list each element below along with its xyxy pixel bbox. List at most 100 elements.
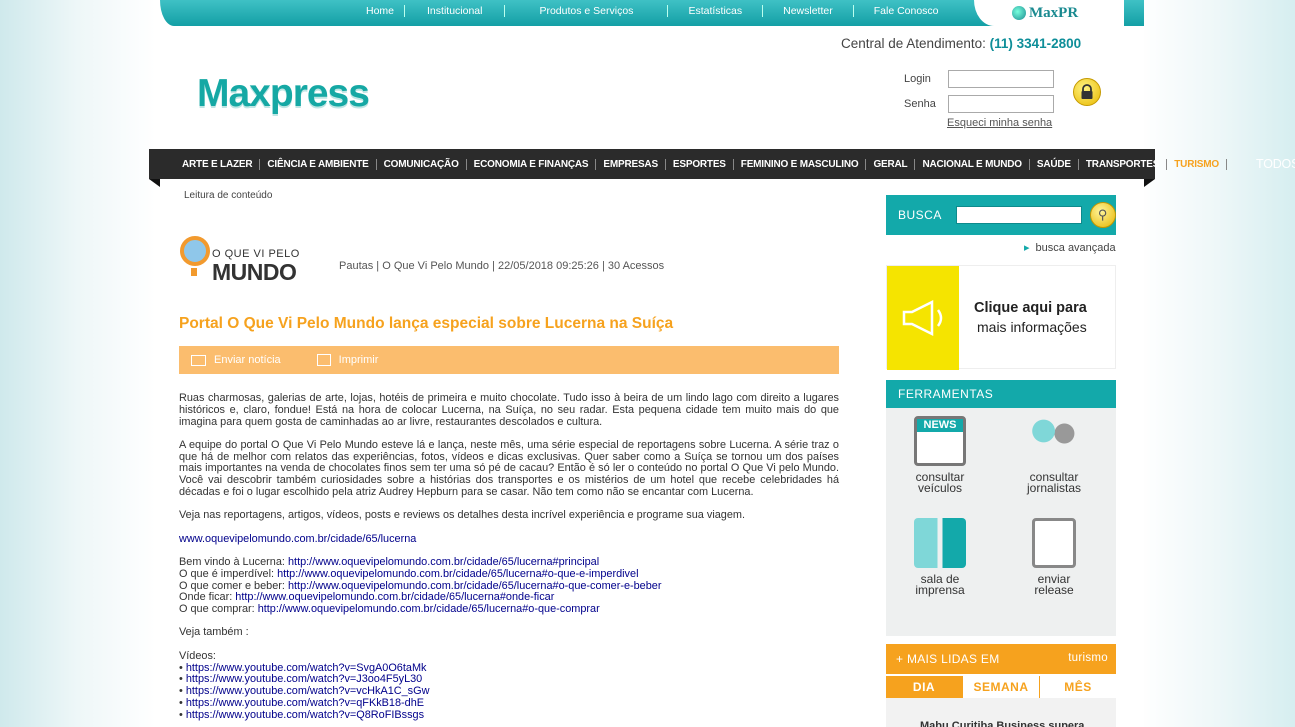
tool-label: veículos xyxy=(917,481,963,495)
top-nav-home[interactable]: Home xyxy=(356,5,406,17)
link-label: Bem vindo à Lucerna: xyxy=(179,555,288,568)
article-body: Ruas charmosas, galerias de arte, lojas,… xyxy=(179,392,839,727)
article-title: Portal O Que Vi Pelo Mundo lança especia… xyxy=(179,315,674,332)
login-label: Login xyxy=(904,73,931,85)
breadcrumb: Leitura de conteúdo xyxy=(184,190,273,201)
most-read-header: + MAIS LIDAS EM turismo xyxy=(886,644,1116,674)
category-esportes[interactable]: ESPORTES xyxy=(666,158,734,170)
video-link[interactable]: https://www.youtube.com/watch?v=Q8RoFIBs… xyxy=(186,709,424,721)
tool-label: jornalistas xyxy=(1026,481,1082,495)
video-link[interactable]: https://www.youtube.com/watch?v=vcHkA1C_… xyxy=(186,685,430,697)
category-todos[interactable]: TODOS xyxy=(1249,157,1295,171)
megaphone-icon xyxy=(887,266,959,370)
article-paragraph: Ruas charmosas, galerias de arte, lojas,… xyxy=(179,392,839,428)
link-list: Bem vindo à Lucerna: http://www.oquevipe… xyxy=(179,555,839,616)
banner-line2: mais informações xyxy=(977,319,1087,335)
tool-consultar-jornalistas[interactable]: consultar jornalistas xyxy=(1004,416,1104,494)
tool-enviar-release[interactable]: enviar release xyxy=(1004,518,1104,596)
senha-input[interactable] xyxy=(948,95,1054,113)
category-empresas[interactable]: EMPRESAS xyxy=(596,158,666,170)
tools-panel: FERRAMENTAS NEWS consultar veículos consu… xyxy=(886,380,1116,636)
top-nav-estatisticas[interactable]: Estatísticas xyxy=(668,5,764,17)
news-badge: NEWS xyxy=(917,419,963,432)
banner-line1: Clique aqui para xyxy=(974,300,1087,316)
top-nav-institucional[interactable]: Institucional xyxy=(405,5,506,17)
senha-label: Senha xyxy=(904,98,936,110)
login-lock-button[interactable] xyxy=(1073,78,1101,106)
tool-consultar-veiculos[interactable]: NEWS consultar veículos xyxy=(890,416,990,494)
top-nav: Home Institucional Produtos e Serviços E… xyxy=(356,5,959,17)
nav-fold-right xyxy=(1144,179,1155,187)
advanced-search-link[interactable]: busca avançada xyxy=(1024,241,1116,254)
top-nav-newsletter[interactable]: Newsletter xyxy=(763,5,854,17)
page: Home Institucional Produtos e Serviços E… xyxy=(149,0,1295,727)
envelope-icon xyxy=(191,354,206,366)
globe-icon xyxy=(1012,6,1026,20)
forgot-password-link[interactable]: Esqueci minha senha xyxy=(947,117,1052,129)
top-nav-produtos[interactable]: Produtos e Serviços xyxy=(505,5,669,17)
category-economia-financas[interactable]: ECONOMIA E FINANÇAS xyxy=(467,158,597,170)
send-news-button[interactable]: Enviar notícia xyxy=(214,354,281,366)
link-label: O que é imperdível: xyxy=(179,567,278,580)
videos-label: Vídeos: xyxy=(179,649,216,662)
category-nav: ARTE E LAZER CIÊNCIA E AMBIENTE COMUNICA… xyxy=(149,149,1295,179)
tool-label: release xyxy=(1034,583,1074,597)
most-read-tabs: DIA SEMANA MÊS xyxy=(886,676,1116,698)
category-saude[interactable]: SAÚDE xyxy=(1030,158,1079,170)
main-link[interactable]: www.oquevipelomundo.com.br/cidade/65/luc… xyxy=(179,533,416,545)
link-onde-ficar[interactable]: http://www.oquevipelomundo.com.br/cidade… xyxy=(235,591,554,603)
video-link[interactable]: https://www.youtube.com/watch?v=SvgA0O6t… xyxy=(186,662,427,674)
search-button[interactable]: ⚲ xyxy=(1089,202,1116,228)
video-list: Vídeos: • https://www.youtube.com/watch?… xyxy=(179,649,430,721)
see-also: Veja também : xyxy=(179,626,249,639)
category-turismo[interactable]: TURISMO xyxy=(1167,158,1227,170)
building-icon xyxy=(914,518,966,568)
maxpr-link[interactable]: MaxPR xyxy=(974,0,1124,26)
search-label: BUSCA xyxy=(898,208,942,222)
category-ciencia-ambiente[interactable]: CIÊNCIA E AMBIENTE xyxy=(260,158,377,170)
login-input[interactable] xyxy=(948,70,1054,88)
article-paragraph: A equipe do portal O Que Vi Pelo Mundo e… xyxy=(179,438,839,499)
central-atendimento: Central de Atendimento: (11) 3341-2800 xyxy=(841,36,1081,51)
category-feminino-masculino[interactable]: FEMININO E MASCULINO xyxy=(734,158,867,170)
tool-sala-imprensa[interactable]: sala de imprensa xyxy=(890,518,990,596)
print-button[interactable]: Imprimir xyxy=(339,354,379,366)
search-box: BUSCA ⚲ xyxy=(886,195,1116,235)
tab-mes[interactable]: MÊS xyxy=(1040,676,1116,698)
maxpr-label: MaxPR xyxy=(1029,4,1079,21)
tool-label: imprensa xyxy=(915,583,965,597)
link-imperdivel[interactable]: http://www.oquevipelomundo.com.br/cidade… xyxy=(277,568,638,580)
lock-icon xyxy=(1081,84,1093,99)
category-geral[interactable]: GERAL xyxy=(866,158,916,170)
globe-logo-icon xyxy=(180,236,210,276)
category-comunicacao[interactable]: COMUNICAÇÃO xyxy=(377,158,467,170)
article-actions: Enviar notícia Imprimir xyxy=(179,346,839,374)
article-paragraph: Veja nas reportagens, artigos, vídeos, p… xyxy=(179,509,746,522)
tools-header: FERRAMENTAS xyxy=(886,380,1116,408)
top-nav-fale-conosco[interactable]: Fale Conosco xyxy=(854,5,959,17)
central-label: Central de Atendimento: xyxy=(841,36,986,51)
category-nacional-mundo[interactable]: NACIONAL E MUNDO xyxy=(915,158,1030,170)
link-principal[interactable]: http://www.oquevipelomundo.com.br/cidade… xyxy=(288,556,599,568)
news-icon: NEWS xyxy=(914,416,966,466)
category-transportes[interactable]: TRANSPORTES xyxy=(1079,158,1168,170)
search-input[interactable] xyxy=(955,206,1082,224)
maxpress-logo[interactable]: Maxpress xyxy=(197,72,370,116)
central-phone: (11) 3341-2800 xyxy=(989,36,1082,51)
tab-semana[interactable]: SEMANA xyxy=(963,676,1040,698)
most-read-item[interactable]: Mabu Curitiba Business supera xyxy=(886,698,1116,727)
category-arte-lazer[interactable]: ARTE E LAZER xyxy=(175,158,261,170)
document-pen-icon xyxy=(1032,518,1076,568)
video-link[interactable]: https://www.youtube.com/watch?v=qFKkB18-… xyxy=(186,697,424,709)
most-read-topic: turismo xyxy=(1068,652,1108,664)
nav-fold-left xyxy=(149,179,160,187)
publisher-logo-bottom: MUNDO xyxy=(212,259,297,285)
article-meta: Pautas | O Que Vi Pelo Mundo | 22/05/201… xyxy=(339,260,665,272)
link-label: O que comprar: xyxy=(179,603,258,616)
link-comprar[interactable]: http://www.oquevipelomundo.com.br/cidade… xyxy=(258,603,600,615)
info-banner[interactable]: Clique aqui para mais informações xyxy=(886,265,1116,370)
video-link[interactable]: https://www.youtube.com/watch?v=J3oo4F5y… xyxy=(186,673,422,685)
tab-dia[interactable]: DIA xyxy=(886,676,963,698)
link-comer-beber[interactable]: http://www.oquevipelomundo.com.br/cidade… xyxy=(288,580,662,592)
most-read-title: + MAIS LIDAS EM xyxy=(896,652,1000,666)
